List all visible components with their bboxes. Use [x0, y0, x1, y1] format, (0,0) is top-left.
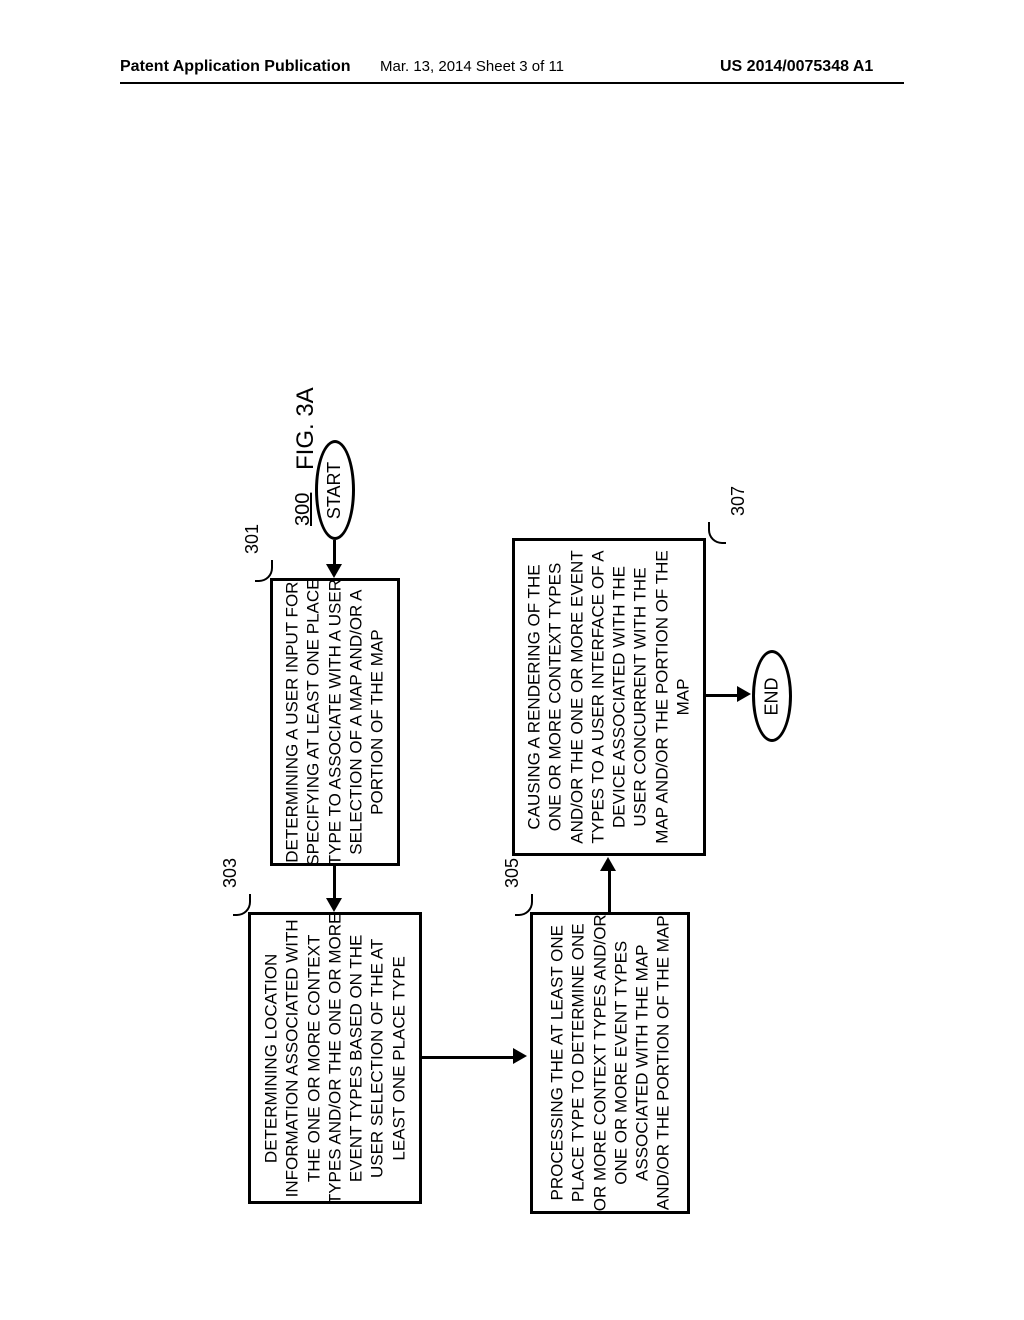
step-307-text: CAUSING A RENDERING OF THEONE OR MORE CO… [524, 550, 694, 843]
ref-307: 307 [728, 486, 749, 516]
connector [333, 866, 336, 900]
connector [333, 540, 336, 566]
header-right: US 2014/0075348 A1 [720, 58, 873, 76]
step-303: DETERMINING LOCATIONINFORMATION ASSOCIAT… [248, 912, 422, 1204]
step-301-text: DETERMINING A USER INPUT FORSPECIFYING A… [282, 578, 388, 865]
figure-number: 300 [292, 493, 315, 526]
ref-303: 303 [220, 858, 241, 888]
step-303-text: DETERMINING LOCATIONINFORMATION ASSOCIAT… [261, 912, 410, 1204]
start-label: START [325, 461, 346, 518]
header-left: Patent Application Publication [120, 58, 351, 76]
end-node: END [752, 650, 792, 742]
header-center: Mar. 13, 2014 Sheet 3 of 11 [380, 58, 564, 75]
arrow-icon [326, 898, 342, 912]
callout [708, 522, 726, 544]
figure-area: FIG. 3A 300 START DETERMINING A USER INP… [120, 160, 904, 1220]
end-label: END [762, 677, 783, 715]
step-307: CAUSING A RENDERING OF THEONE OR MORE CO… [512, 538, 706, 856]
connector [608, 868, 611, 912]
figure-title: FIG. 3A [292, 387, 320, 470]
step-305-text: PROCESSING THE AT LEAST ONEPLACE TYPE TO… [546, 915, 674, 1212]
step-305: PROCESSING THE AT LEAST ONEPLACE TYPE TO… [530, 912, 690, 1214]
arrow-icon [513, 1048, 527, 1064]
arrow-icon [326, 564, 342, 578]
connector [422, 1056, 518, 1059]
arrow-icon [600, 857, 616, 871]
start-node: START [315, 440, 355, 540]
step-301: DETERMINING A USER INPUT FORSPECIFYING A… [270, 578, 400, 866]
page: Patent Application Publication Mar. 13, … [0, 0, 1024, 1320]
header-rule [120, 82, 904, 84]
ref-301: 301 [242, 524, 263, 554]
ref-305: 305 [502, 858, 523, 888]
arrow-icon [737, 686, 751, 702]
